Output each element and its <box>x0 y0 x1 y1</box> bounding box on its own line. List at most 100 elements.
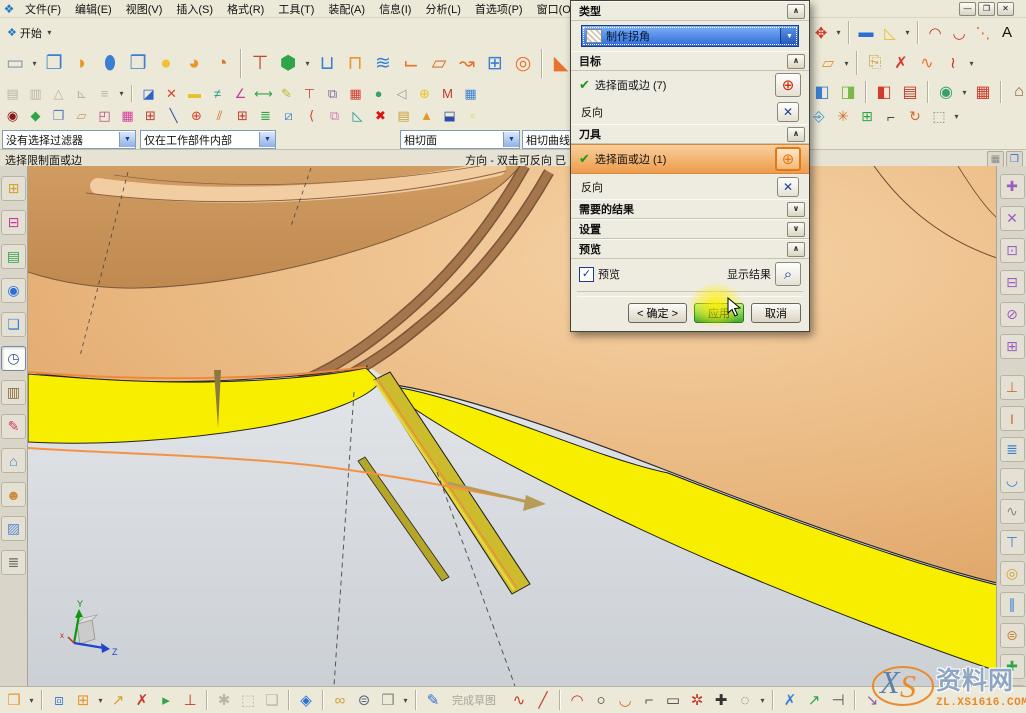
curve-tool-icon[interactable]: ⊾ <box>71 84 92 104</box>
mold-workpiece-icon[interactable]: ⊞ <box>1000 334 1025 359</box>
arc2-icon[interactable]: ◡ <box>948 22 970 44</box>
part-navigator-icon[interactable]: ▤ <box>1 244 26 269</box>
history-icon[interactable]: ◷ <box>1 346 26 371</box>
polygon-tool-icon[interactable]: ✲ <box>686 689 708 711</box>
restore-button[interactable]: ❐ <box>978 2 995 16</box>
section-type[interactable]: 类型 ∧ <box>571 1 809 21</box>
check-icon[interactable]: ▦ <box>345 84 366 104</box>
dropdown-caret-icon[interactable]: ▾ <box>401 696 410 705</box>
line-icon[interactable]: ╲ <box>163 106 184 126</box>
brush-icon[interactable]: ▲ <box>416 106 437 126</box>
dropdown-caret-icon[interactable]: ▾ <box>96 696 105 705</box>
studio-spline-icon[interactable]: ◌ <box>734 689 756 711</box>
box-grey-icon[interactable]: ❏ <box>261 689 283 711</box>
boolean-icon[interactable]: ⬢ <box>275 50 301 78</box>
bracket-icon[interactable]: ⟨ <box>301 106 322 126</box>
dumbbell-tool-icon[interactable]: I <box>1000 406 1025 431</box>
text-icon[interactable]: ⊤ <box>299 84 320 104</box>
mesh-icon[interactable]: ▦ <box>971 80 995 104</box>
extend-icon[interactable]: ↗ <box>803 689 825 711</box>
rectangle-tool-icon[interactable]: ▭ <box>662 689 684 711</box>
menu-item-6[interactable]: 装配(A) <box>321 3 372 17</box>
dropdown-caret-icon[interactable]: ▾ <box>960 88 969 97</box>
dropdown-caret-icon[interactable]: ▾ <box>30 59 39 68</box>
mold-parting-icon[interactable]: ⊘ <box>1000 302 1025 327</box>
sketch-icon[interactable]: ▭ <box>2 50 28 78</box>
expand-icon[interactable]: ∨ <box>787 222 805 237</box>
text-tool-icon[interactable]: A <box>996 22 1018 44</box>
collapse-icon[interactable]: ∧ <box>787 242 805 257</box>
trim-body-icon[interactable]: ▱ <box>426 50 452 78</box>
revolve-icon[interactable]: ◗ <box>69 50 95 78</box>
block-icon[interactable]: ❒ <box>125 50 151 78</box>
half-icon[interactable]: ⬓ <box>439 106 460 126</box>
ruler-icon[interactable]: ▬ <box>184 84 205 104</box>
menu-item-7[interactable]: 信息(I) <box>372 3 418 17</box>
bolt-icon[interactable]: ⎆ <box>808 106 830 127</box>
sheet-icon[interactable]: ⧉ <box>324 106 345 126</box>
menu-item-0[interactable]: 文件(F) <box>18 3 68 17</box>
polyline-icon[interactable]: ⋱ <box>972 22 994 44</box>
chain-icon[interactable]: ∞ <box>329 689 351 711</box>
lock-chain-icon[interactable]: ⊜ <box>353 689 375 711</box>
shell-icon[interactable]: ◔ <box>209 50 235 78</box>
window-icon[interactable]: ⊞ <box>232 106 253 126</box>
wave-link-icon[interactable]: ◈ <box>295 689 317 711</box>
constraint-navigator-icon[interactable]: ⊟ <box>1 210 26 235</box>
scene-icon[interactable]: ▨ <box>1 516 26 541</box>
dropdown-caret-icon[interactable]: ▾ <box>903 28 912 37</box>
roles-icon[interactable]: ☻ <box>1 482 26 507</box>
arc-icon[interactable]: ◠ <box>924 22 946 44</box>
chamfer-tool-icon[interactable]: ⌐ <box>638 689 660 711</box>
curve-tool-icon[interactable]: △ <box>48 84 69 104</box>
bend-icon[interactable]: ⌙ <box>398 50 424 78</box>
snip-icon[interactable]: ⊣ <box>827 689 849 711</box>
annotate-icon[interactable]: ✎ <box>276 84 297 104</box>
profile-icon[interactable]: ∿ <box>508 689 530 711</box>
section-settings[interactable]: 设置 ∨ <box>571 219 809 239</box>
dropdown-caret-icon[interactable]: ▾ <box>967 59 976 68</box>
status-grid-icon[interactable]: ▦ <box>987 151 1004 167</box>
corner-icon[interactable]: ⌐ <box>880 106 902 127</box>
unite-icon[interactable]: ⊔ <box>314 50 340 78</box>
dropdown-arrow-icon[interactable]: ▼ <box>119 132 135 147</box>
move-component-icon[interactable]: ↗ <box>107 689 129 711</box>
cube-menu-icon[interactable]: ❒ <box>377 689 399 711</box>
parallel-lines-icon[interactable]: ⫽ <box>209 106 230 126</box>
surface2-icon[interactable]: ◨ <box>836 80 860 104</box>
surface-icon[interactable]: ◧ <box>810 80 834 104</box>
wheel-tool-icon[interactable]: ◎ <box>1000 561 1025 586</box>
web-browser-icon[interactable]: ❏ <box>1 312 26 337</box>
start-button[interactable]: ❖ 开始 ▾ <box>2 23 59 43</box>
arc-tool-icon[interactable]: ◠ <box>566 689 588 711</box>
curve-hat-icon[interactable]: ≀ <box>941 51 965 75</box>
blend-icon[interactable]: ≋ <box>370 50 396 78</box>
dropdown-caret-icon[interactable]: ▾ <box>758 696 767 705</box>
show-result-button[interactable]: ⌕ <box>775 262 801 286</box>
mold-trim-icon[interactable]: ✕ <box>1000 206 1025 231</box>
sweep-icon[interactable]: ↝ <box>454 50 480 78</box>
curve-tool-icon[interactable]: ▤ <box>2 84 23 104</box>
dropdown-arrow-icon[interactable]: ▼ <box>780 27 798 45</box>
preview-checkbox[interactable]: ✓ <box>579 267 594 282</box>
pad-icon[interactable]: ⊞ <box>482 50 508 78</box>
mirror-component-icon[interactable]: ✗ <box>131 689 153 711</box>
collapse-icon[interactable]: ∧ <box>787 127 805 142</box>
triangle-icon[interactable]: ◺ <box>347 106 368 126</box>
components-icon[interactable]: ⧈ <box>48 689 70 711</box>
bridge-tool-icon[interactable]: ◡ <box>1000 468 1025 493</box>
origin-icon[interactable]: ⊕ <box>186 106 207 126</box>
menu-item-5[interactable]: 工具(T) <box>271 3 321 17</box>
fixture-tool-icon[interactable]: ⊤ <box>1000 530 1025 555</box>
box-tool-icon[interactable]: ▱ <box>816 51 840 75</box>
sheet-red-icon[interactable]: ◧ <box>872 80 896 104</box>
layer-icon[interactable]: ◰ <box>94 106 115 126</box>
extrude-icon[interactable]: ❐ <box>41 50 67 78</box>
folder-icon[interactable]: ▤ <box>393 106 414 126</box>
dot-icon[interactable]: ▫ <box>462 106 483 126</box>
cylinder-icon[interactable]: ⬮ <box>97 50 123 78</box>
dropdown-arrow-icon[interactable]: ▼ <box>259 132 275 147</box>
protractor-icon[interactable]: ◺ <box>879 22 901 44</box>
scale-box-icon[interactable]: ⬚ <box>928 106 950 127</box>
selection-filter-dropdown[interactable]: 没有选择过滤器 ▼ <box>2 130 136 149</box>
